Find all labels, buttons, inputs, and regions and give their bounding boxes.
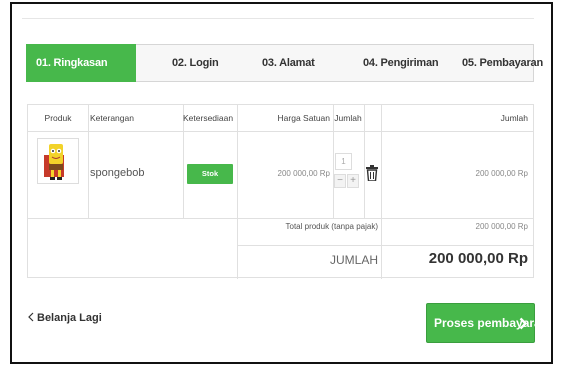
step-summary[interactable]: 01. Ringkasan: [26, 44, 155, 82]
quantity-input[interactable]: 1: [335, 153, 352, 170]
chevron-right-icon: [519, 317, 527, 330]
col-header-product: Produk: [44, 113, 72, 123]
total-products-label: Total produk (tanpa pajak): [285, 222, 379, 231]
cart-table: Produk Keterangan Ketersediaan Harga Sat…: [27, 104, 534, 279]
item-total: 200 000,00 Rp: [475, 169, 529, 178]
continue-shopping-label: Belanja Lagi: [37, 312, 102, 324]
quantity-decrease-button[interactable]: −: [334, 174, 346, 188]
top-divider: [22, 18, 534, 19]
trash-icon[interactable]: [366, 165, 378, 181]
product-image[interactable]: [37, 138, 79, 184]
product-name-link[interactable]: spongebob: [90, 167, 144, 179]
step-shipping-label: 04. Pengiriman: [363, 57, 439, 69]
availability-badge: Stok tersedia: [187, 164, 233, 198]
grand-total-label: JUMLAH: [329, 253, 378, 267]
grand-total-value: 200 000,00 Rp: [428, 250, 528, 267]
chevron-left-icon: [28, 312, 34, 322]
step-payment[interactable]: 05. Pembayaran: [440, 44, 543, 82]
unit-price: 200 000,00 Rp: [277, 169, 331, 178]
total-products-value: 200 000,00 Rp: [475, 222, 529, 231]
quantity-increase-button[interactable]: +: [347, 174, 359, 188]
step-payment-label: 05. Pembayaran: [462, 57, 543, 69]
col-header-unit-price: Harga Satuan: [277, 113, 330, 123]
spongebob-figure-icon: [38, 139, 78, 183]
step-summary-label: 01. Ringkasan: [36, 57, 108, 69]
continue-shopping-link[interactable]: Belanja Lagi: [28, 312, 102, 324]
step-address[interactable]: 03. Alamat: [236, 44, 359, 82]
proceed-checkout-label: Proses pembayaran: [434, 316, 549, 330]
col-header-availability: Ketersediaan: [183, 113, 234, 123]
step-shipping[interactable]: 04. Pengiriman: [340, 44, 459, 82]
proceed-checkout-button[interactable]: Proses pembayaran: [426, 303, 548, 343]
step-address-label: 03. Alamat: [262, 57, 315, 69]
col-header-total: Jumlah: [500, 113, 528, 123]
step-login[interactable]: 02. Login: [136, 44, 255, 82]
step-login-label: 02. Login: [172, 57, 219, 69]
col-header-quantity: Jumlah: [334, 113, 362, 123]
checkout-steps: 01. Ringkasan 02. Login 03. Alamat 04. P…: [26, 44, 543, 82]
col-header-description: Keterangan: [90, 113, 134, 123]
